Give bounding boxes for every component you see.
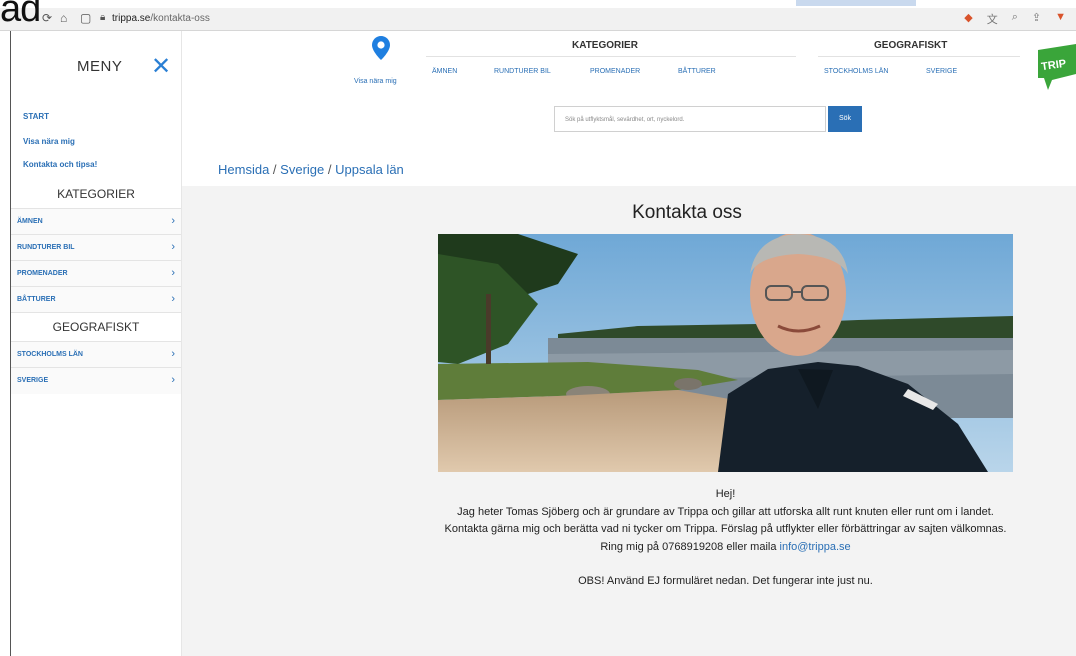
browser-toolbar: ⟳ ⌂ ▢ 🔒︎ trippa.se/kontakta-oss ◆ 文 ⌕ ⇪ … — [0, 8, 1076, 31]
brave-icon[interactable]: ▼ — [1055, 11, 1066, 27]
zoom-icon[interactable]: ⌕ — [1012, 11, 1018, 27]
contact-text: Hej! Jag heter Tomas Sjöberg och är grun… — [438, 486, 1013, 591]
breadcrumb: Hemsida / Sverige / Uppsala län — [218, 162, 404, 177]
sidebar-item-sverige[interactable]: SVERIGE › — [11, 367, 181, 394]
breadcrumb-separator: / — [327, 162, 332, 177]
greeting-text: Hej! — [715, 488, 736, 500]
chevron-right-icon: › — [171, 267, 175, 279]
overlay-text: ad — [0, 0, 41, 30]
menu-title: MENY — [77, 58, 123, 75]
nav-item-promenader[interactable]: PROMENADER — [590, 68, 640, 75]
address-bar[interactable]: trippa.se/kontakta-oss — [112, 13, 210, 24]
chevron-right-icon: › — [171, 348, 175, 360]
site-header: Visa nära mig KATEGORIER ÄMNEN RUNDTURER… — [182, 30, 1076, 186]
breadcrumb-item-uppsala-lan[interactable]: Uppsala län — [335, 162, 404, 177]
hero-photo — [438, 234, 1013, 472]
sidebar-item-rundturer-bil[interactable]: RUNDTURER BIL › — [11, 234, 181, 261]
sidebar-link-kontakta[interactable]: Kontakta och tipsa! — [23, 160, 97, 169]
bookmark-icon[interactable]: ▢ — [80, 11, 91, 25]
sidebar-item-promenader[interactable]: PROMENADER › — [11, 260, 181, 287]
kategorier-heading: KATEGORIER — [572, 40, 638, 51]
notice-text: OBS! Använd EJ formuläret nedan. Det fun… — [578, 575, 873, 587]
geografiskt-divider — [818, 56, 1020, 57]
sidebar-categories-heading: KATEGORIER — [57, 187, 135, 201]
email-link[interactable]: info@trippa.se — [780, 541, 851, 553]
breadcrumb-item-hemsida[interactable]: Hemsida — [218, 162, 269, 177]
url-domain: trippa.se — [112, 13, 151, 24]
strip-thumbnail — [796, 0, 916, 6]
contact-line: Ring mig på 0768919208 eller maila info@… — [438, 539, 1013, 557]
nav-item-sverige[interactable]: SVERIGE — [926, 68, 957, 75]
chevron-right-icon: › — [171, 293, 175, 305]
search-button[interactable]: Sök — [828, 106, 862, 132]
sidebar-link-visa-nara[interactable]: Visa nära mig — [23, 137, 75, 146]
kategorier-divider — [426, 56, 796, 57]
refresh-icon[interactable]: ⟳ — [42, 11, 52, 25]
translate-icon[interactable]: 文 — [987, 11, 998, 27]
share-icon[interactable]: ⇪ — [1032, 11, 1041, 27]
chevron-right-icon: › — [171, 374, 175, 386]
top-strip — [760, 0, 1076, 8]
sidebar-item-amnen[interactable]: ÄMNEN › — [11, 208, 181, 235]
sidebar-item-batturer[interactable]: BÅTTURER › — [11, 286, 181, 313]
sidebar-item-label: PROMENADER — [17, 270, 68, 277]
sidebar-item-stockholms-lan[interactable]: STOCKHOLMS LÄN › — [11, 341, 181, 368]
chevron-right-icon: › — [171, 215, 175, 227]
page-title-text: Kontakta oss — [632, 202, 742, 223]
breadcrumb-item-sverige[interactable]: Sverige — [280, 162, 324, 177]
search-input[interactable]: Sök på utflyktsmål, sevärdhet, ort, nyck… — [554, 106, 826, 132]
lock-icon: 🔒︎ — [100, 12, 106, 23]
sidebar-geo-heading: GEOGRAFISKT — [52, 320, 140, 334]
geografiskt-heading: GEOGRAFISKT — [874, 40, 948, 51]
extension-icon[interactable]: ◆ — [964, 11, 972, 27]
chevron-right-icon: › — [171, 241, 175, 253]
url-path: /kontakta-oss — [150, 13, 210, 24]
trippa-logo[interactable]: TRIP — [1038, 44, 1076, 90]
home-icon[interactable]: ⌂ — [60, 11, 67, 25]
nav-item-stockholms-lan[interactable]: STOCKHOLMS LÄN — [824, 68, 888, 75]
contact-prefix: Ring mig på 0768919208 eller maila — [600, 540, 780, 553]
breadcrumb-separator: / — [272, 162, 277, 177]
invite-text: Kontakta gärna mig och berätta vad ni ty… — [444, 523, 1007, 535]
sidebar-item-label: STOCKHOLMS LÄN — [17, 351, 83, 358]
sidebar-item-label: RUNDTURER BIL — [17, 244, 75, 251]
sidebar-item-label: ÄMNEN — [17, 218, 43, 225]
nav-item-amnen[interactable]: ÄMNEN — [432, 68, 457, 75]
main-content: Kontakta oss Hej! Jag heter Tomas Sjöber… — [182, 186, 1076, 656]
nav-item-batturer[interactable]: BÅTTURER — [678, 68, 716, 75]
toolbar-icons: ◆ 文 ⌕ ⇪ ▼ — [964, 11, 1066, 27]
intro-text: Jag heter Tomas Sjöberg och är grundare … — [457, 505, 994, 518]
visa-nara-link[interactable]: Visa nära mig — [354, 78, 397, 85]
sidebar-link-start[interactable]: START — [23, 112, 49, 121]
close-icon[interactable]: ✕ — [151, 52, 171, 81]
location-pin-icon[interactable] — [372, 36, 390, 60]
page-title: Kontakta oss — [182, 202, 1076, 224]
nav-item-rundturer-bil[interactable]: RUNDTURER BIL — [494, 68, 551, 75]
sidebar-item-label: SVERIGE — [17, 377, 49, 384]
sidebar-menu: MENY ✕ START Visa nära mig Kontakta och … — [11, 30, 182, 656]
sidebar-item-label: BÅTTURER — [17, 296, 56, 303]
